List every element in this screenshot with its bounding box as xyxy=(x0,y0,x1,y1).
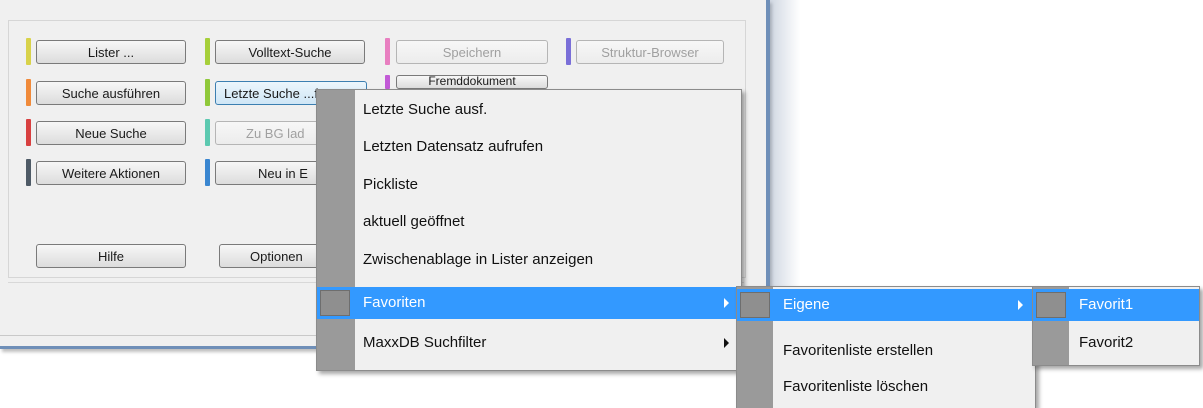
menu-item-label: Favoriten xyxy=(363,294,426,311)
fremddokument-color-stripe xyxy=(385,75,390,89)
menu-item-label: Favoritenliste löschen xyxy=(783,378,929,395)
zu-bg-laden-button[interactable]: Zu BG lad xyxy=(215,121,325,145)
volltext-color-stripe xyxy=(205,38,210,65)
optionen-button[interactable]: Optionen xyxy=(219,244,329,268)
struktur-browser-button[interactable]: Struktur-Browser xyxy=(576,40,724,64)
menu-item-pickliste[interactable]: Pickliste xyxy=(317,169,741,201)
weitere-color-stripe xyxy=(26,159,31,186)
neue-suche-color-stripe xyxy=(26,119,31,146)
menu-item-favoritenliste-erstellen[interactable]: Favoritenliste erstellen xyxy=(737,335,1035,367)
letzte-suche-color-stripe xyxy=(205,79,210,106)
menu-item-label: Favoritenliste erstellen xyxy=(783,342,934,359)
menu-item-maxxdb-suchfilter[interactable]: MaxxDB Suchfilter xyxy=(317,327,741,359)
lister-button[interactable]: Lister ... xyxy=(36,40,186,64)
hilfe-button[interactable]: Hilfe xyxy=(36,244,186,268)
speichern-color-stripe xyxy=(385,38,390,65)
lister-color-stripe xyxy=(26,38,31,65)
neu-in-color-stripe xyxy=(205,159,210,186)
submenu-arrow-icon xyxy=(724,338,729,348)
volltext-suche-button[interactable]: Volltext-Suche xyxy=(215,40,365,64)
submenu-arrow-icon xyxy=(1018,300,1023,310)
favoriten-submenu: Eigene Favoritenliste erstellen Favorite… xyxy=(736,286,1036,408)
menu-item-aktuell-geoeffnet[interactable]: aktuell geöffnet xyxy=(317,206,741,238)
menu-item-label: Favorit1 xyxy=(1079,296,1134,313)
submenu-arrow-icon xyxy=(724,298,729,308)
menu-item-label: Zwischenablage in Lister anzeigen xyxy=(363,251,594,268)
fremddokument-button[interactable]: Fremddokument xyxy=(396,75,548,89)
menu-item-label: MaxxDB Suchfilter xyxy=(363,334,487,351)
menu-item-gutter-marker xyxy=(1036,292,1066,318)
menu-item-label: aktuell geöffnet xyxy=(363,213,465,230)
menu-item-favorit1[interactable]: Favorit1 xyxy=(1033,289,1199,321)
weitere-aktionen-button[interactable]: Weitere Aktionen xyxy=(36,161,186,185)
menu-item-label: Eigene xyxy=(783,296,830,313)
menu-item-eigene[interactable]: Eigene xyxy=(737,289,1035,321)
menu-item-letzte-suche[interactable]: Letzte Suche ausf. xyxy=(317,94,741,126)
menu-item-label: Pickliste xyxy=(363,176,419,193)
context-menu: Letzte Suche ausf. Letzten Datensatz auf… xyxy=(316,89,742,371)
menu-item-gutter-marker xyxy=(320,290,350,316)
menu-item-label: Letzten Datensatz aufrufen xyxy=(363,138,544,155)
menu-item-favorit2[interactable]: Favorit2 xyxy=(1033,327,1199,359)
suche-ausfuehren-color-stripe xyxy=(26,79,31,106)
menu-item-letzten-datensatz[interactable]: Letzten Datensatz aufrufen xyxy=(317,131,741,163)
neue-suche-button[interactable]: Neue Suche xyxy=(36,121,186,145)
neu-in-button[interactable]: Neu in E xyxy=(215,161,325,185)
menu-item-favoriten[interactable]: Favoriten xyxy=(317,287,741,319)
suche-ausfuehren-button[interactable]: Suche ausführen xyxy=(36,81,186,105)
menu-item-label: Letzte Suche ausf. xyxy=(363,101,488,118)
eigene-submenu: Favorit1 Favorit2 xyxy=(1032,286,1200,366)
struktur-color-stripe xyxy=(566,38,571,65)
menu-item-zwischenablage[interactable]: Zwischenablage in Lister anzeigen xyxy=(317,244,741,276)
zu-bg-color-stripe xyxy=(205,119,210,146)
menu-item-label: Favorit2 xyxy=(1079,334,1134,351)
menu-item-gutter-marker xyxy=(740,292,770,318)
menu-item-favoritenliste-loeschen[interactable]: Favoritenliste löschen xyxy=(737,371,1035,403)
speichern-button[interactable]: Speichern xyxy=(396,40,548,64)
